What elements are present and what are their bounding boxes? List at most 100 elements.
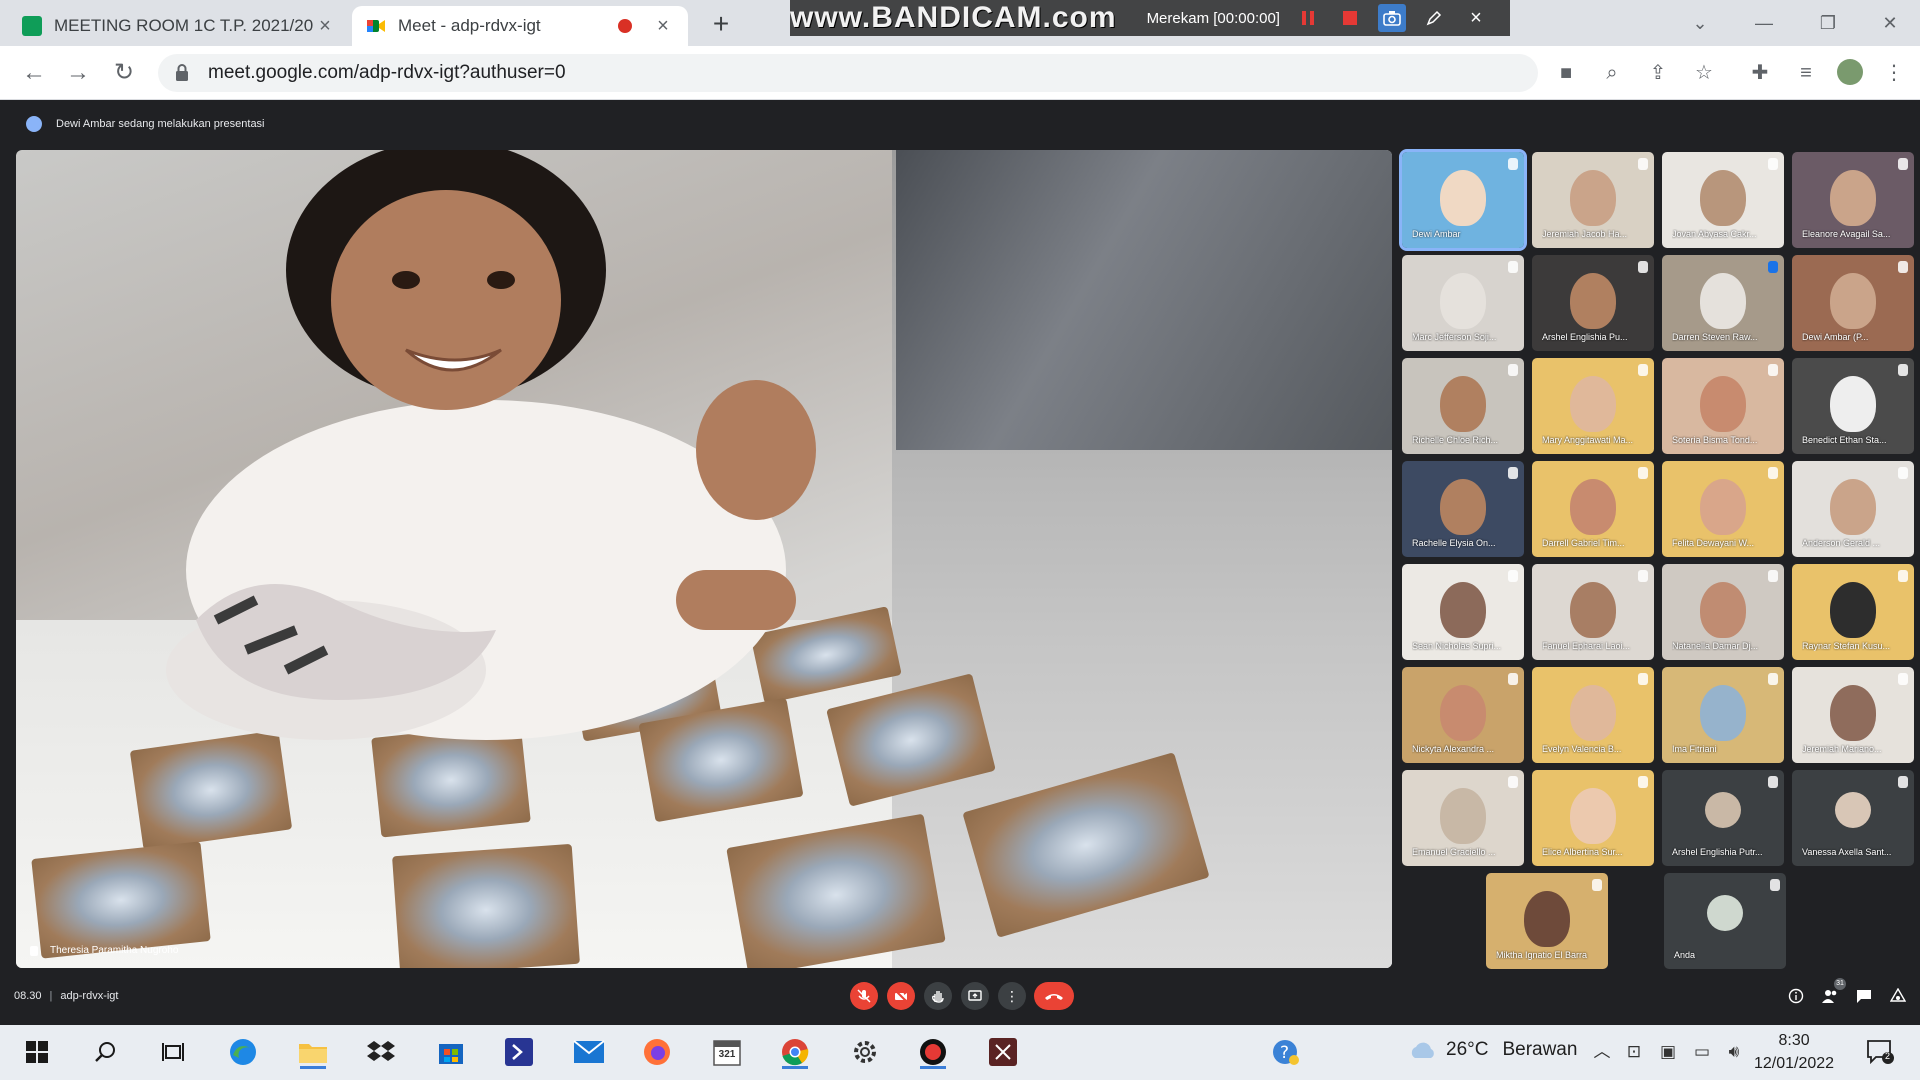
camera-icon[interactable]: [1377, 4, 1406, 32]
participant-tile[interactable]: Fanuel Epharai Laoi...: [1532, 564, 1654, 660]
task-view-icon[interactable]: [156, 1035, 190, 1069]
participant-tile[interactable]: Jeremiah Mariano...: [1792, 667, 1914, 763]
game-card: [392, 843, 580, 968]
participant-tile[interactable]: Dewi Ambar: [1399, 149, 1527, 251]
participant-tile[interactable]: Natanella Damar Dj...: [1662, 564, 1784, 660]
tab-meeting-room[interactable]: MEETING ROOM 1C T.P. 2021/2022 ×: [8, 6, 350, 46]
dropbox-icon[interactable]: [364, 1035, 398, 1069]
participant-tile[interactable]: Rachelle Elysia On...: [1402, 461, 1524, 557]
help-icon[interactable]: ?: [1268, 1035, 1302, 1069]
tab-search-icon[interactable]: ⌄: [1680, 8, 1720, 38]
participant-tile[interactable]: Nickyta Alexandra ...: [1402, 667, 1524, 763]
participant-tile[interactable]: Felita Dewayani W...: [1662, 461, 1784, 557]
pencil-icon[interactable]: [1420, 4, 1448, 32]
new-tab-button[interactable]: +: [706, 10, 736, 40]
powershell-icon[interactable]: [502, 1035, 536, 1069]
participant-tile[interactable]: Anderson Gerald ...: [1792, 461, 1914, 557]
notification-center-icon[interactable]: 2: [1866, 1039, 1894, 1065]
participant-tile[interactable]: Marc Jefferson Soji...: [1402, 255, 1524, 351]
search-icon[interactable]: [88, 1035, 122, 1069]
participant-tile[interactable]: Richelle Chloe Rich...: [1402, 358, 1524, 454]
close-icon[interactable]: ×: [314, 15, 336, 37]
mic-off-icon: [857, 989, 871, 1003]
participant-tile[interactable]: Jeremiah Jacob Ha...: [1532, 152, 1654, 248]
participant-tile[interactable]: Miktha Ignatio El Barra: [1486, 873, 1608, 969]
end-call-button[interactable]: [1034, 982, 1074, 1010]
participant-tile[interactable]: Evelyn Valencia B...: [1532, 667, 1654, 763]
chevron-up-icon[interactable]: ︿: [1590, 1040, 1614, 1064]
meet-now-icon[interactable]: ⊡: [1622, 1040, 1646, 1064]
participant-tile[interactable]: Darrell Gabriel Tim...: [1532, 461, 1654, 557]
participant-tile[interactable]: Soteria Bisma Tond...: [1662, 358, 1784, 454]
participant-tile[interactable]: Darren Steven Raw...: [1662, 255, 1784, 351]
pin-icon[interactable]: [30, 945, 38, 956]
menu-icon[interactable]: ⋮: [1880, 59, 1908, 87]
close-window-icon[interactable]: ✕: [1870, 8, 1910, 38]
mic-muted-icon: [1508, 467, 1518, 479]
chrome-icon[interactable]: [778, 1035, 812, 1069]
participant-name: Marc Jefferson Soji...: [1412, 332, 1497, 342]
record-icon[interactable]: [916, 1035, 950, 1069]
participant-tile[interactable]: Benedict Ethan Sta...: [1792, 358, 1914, 454]
forward-icon[interactable]: →: [64, 59, 92, 87]
meeting-code[interactable]: adp-rdvx-igt: [60, 990, 118, 1002]
participant-tile[interactable]: Vanessa Axella Sant...: [1792, 770, 1914, 866]
camera-off-button[interactable]: [887, 982, 915, 1010]
display-icon[interactable]: ▣: [1656, 1040, 1680, 1064]
participant-tile[interactable]: Dewi Ambar (P...: [1792, 255, 1914, 351]
reading-list-icon[interactable]: ≡: [1792, 59, 1820, 87]
share-icon[interactable]: ⇪: [1644, 59, 1672, 87]
firefox-icon[interactable]: [640, 1035, 674, 1069]
pause-icon[interactable]: [1294, 4, 1322, 32]
profile-avatar[interactable]: [1836, 59, 1864, 87]
reload-icon[interactable]: ↻: [110, 59, 138, 87]
participant-video: [1570, 170, 1616, 226]
extensions-icon[interactable]: ✚: [1746, 59, 1774, 87]
tab-meet[interactable]: Meet - adp-rdvx-igt ×: [352, 6, 688, 46]
present-button[interactable]: [961, 982, 989, 1010]
activities-button[interactable]: [1886, 984, 1910, 1008]
calendar-icon[interactable]: 321: [710, 1035, 744, 1069]
raise-hand-button[interactable]: [924, 982, 952, 1010]
main-video[interactable]: Theresia Paramitha Nugroho: [16, 150, 1392, 968]
participant-tile[interactable]: Mary Anggitawati Ma...: [1532, 358, 1654, 454]
participant-tile[interactable]: Emanuel Graciello ...: [1402, 770, 1524, 866]
participant-tile[interactable]: Jovan Abyasa Cakr...: [1662, 152, 1784, 248]
microsoft-store-icon[interactable]: [434, 1035, 468, 1069]
stop-icon[interactable]: [1336, 4, 1364, 32]
more-options-button[interactable]: ⋮: [998, 982, 1026, 1010]
participant-name: Soteria Bisma Tond...: [1672, 435, 1758, 445]
network-icon[interactable]: ▭: [1690, 1040, 1714, 1064]
participant-name: Miktha Ignatio El Barra: [1496, 950, 1588, 960]
chat-button[interactable]: [1852, 984, 1876, 1008]
windows-start-icon[interactable]: [20, 1035, 54, 1069]
bookmark-star-icon[interactable]: ☆: [1690, 59, 1718, 87]
weather-widget[interactable]: 26°C Berawan: [1408, 1039, 1577, 1061]
participant-tile[interactable]: Sean Nicholas Supri...: [1402, 564, 1524, 660]
participant-tile[interactable]: Raynar Stefan Kusu...: [1792, 564, 1914, 660]
participant-tile[interactable]: Ima Fitriani: [1662, 667, 1784, 763]
participant-tile[interactable]: Eleanore Avagail Sa...: [1792, 152, 1914, 248]
minimize-icon[interactable]: —: [1744, 8, 1784, 38]
file-explorer-icon[interactable]: [296, 1035, 330, 1069]
volume-icon[interactable]: 🔊︎: [1722, 1040, 1746, 1064]
participant-tile[interactable]: Arshel Englishia Putr...: [1662, 770, 1784, 866]
edge-icon[interactable]: [226, 1035, 260, 1069]
zoom-icon[interactable]: ⌕: [1598, 59, 1626, 87]
bandicam-app-icon[interactable]: [986, 1035, 1020, 1069]
participant-tile[interactable]: Arshel Englishia Pu...: [1532, 255, 1654, 351]
settings-gear-icon[interactable]: [848, 1035, 882, 1069]
meeting-details-button[interactable]: [1784, 984, 1808, 1008]
back-icon[interactable]: ←: [20, 59, 48, 87]
url-input[interactable]: meet.google.com/adp-rdvx-igt?authuser=0: [158, 54, 1538, 92]
participant-tile[interactable]: Anda: [1664, 873, 1786, 969]
close-icon[interactable]: ×: [1462, 4, 1490, 32]
mail-icon[interactable]: [572, 1035, 606, 1069]
close-icon[interactable]: ×: [652, 15, 674, 37]
restore-icon[interactable]: ❐: [1808, 8, 1848, 38]
participant-tile[interactable]: Elice Albertina Sur...: [1532, 770, 1654, 866]
people-button[interactable]: 31: [1818, 978, 1846, 1008]
mic-off-button[interactable]: [850, 982, 878, 1010]
camera-permission-icon[interactable]: ■: [1552, 59, 1580, 87]
taskbar-clock[interactable]: 8:30 12/01/2022: [1754, 1029, 1834, 1075]
